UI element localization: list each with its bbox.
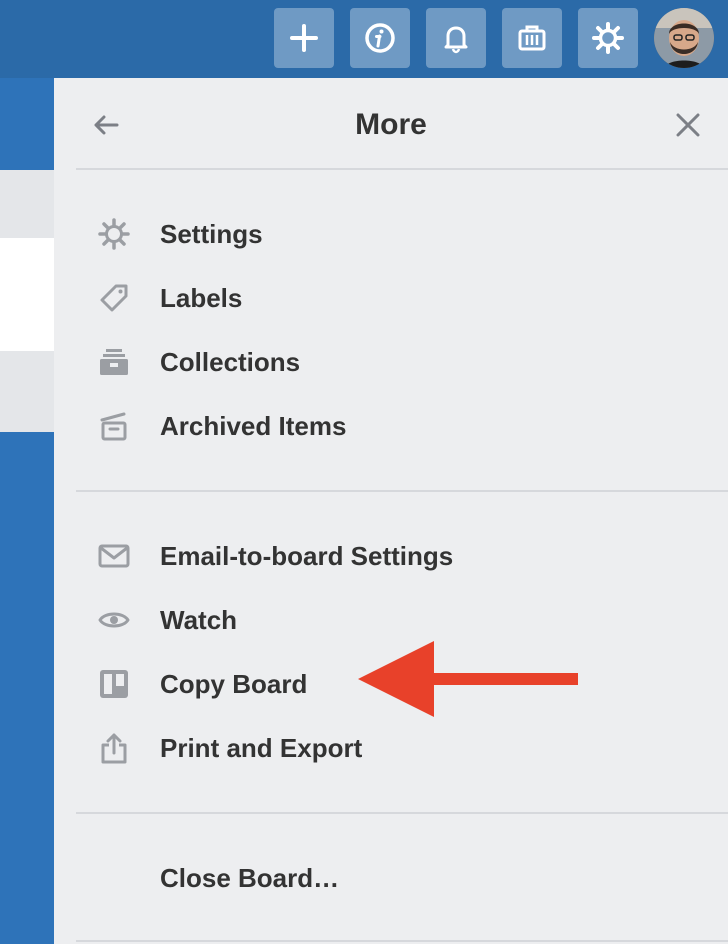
share-icon — [94, 728, 134, 768]
notifications-button[interactable] — [426, 8, 486, 68]
menu-item-label: Collections — [160, 346, 301, 377]
gear-icon — [592, 22, 624, 54]
menu-item-label: Copy Board — [160, 668, 308, 699]
menu-item-label: Watch — [160, 604, 238, 635]
menu-item-close-board[interactable]: Close Board… — [76, 850, 696, 906]
annotation-arrow — [358, 641, 578, 717]
divider — [76, 490, 728, 492]
panel-header: More — [54, 78, 728, 170]
divider — [76, 168, 728, 170]
avatar-photo — [654, 8, 714, 68]
panel-title: More — [355, 108, 427, 141]
bell-icon — [444, 26, 468, 54]
divider — [76, 812, 728, 814]
menu-item-settings[interactable]: Settings — [76, 206, 696, 262]
menu-item-email-to-board-settings[interactable]: Email-to-board Settings — [76, 528, 696, 584]
gear-icon — [94, 214, 134, 254]
board-list-edge — [0, 170, 54, 238]
archive-icon — [94, 406, 134, 446]
board-icon — [94, 664, 134, 704]
tag-icon — [94, 278, 134, 318]
menu-item-label: Print and Export — [160, 732, 363, 763]
collections-icon — [94, 342, 134, 382]
envelope-icon — [94, 536, 134, 576]
boards-button[interactable] — [502, 8, 562, 68]
menu-item-collections[interactable]: Collections — [76, 334, 696, 390]
briefcase-icon — [518, 25, 546, 51]
info-icon — [365, 23, 395, 53]
add-button[interactable] — [274, 8, 334, 68]
menu-item-labels[interactable]: Labels — [76, 270, 696, 326]
close-button[interactable] — [670, 108, 706, 142]
plus-icon — [290, 24, 318, 52]
eye-icon — [94, 600, 134, 640]
menu-item-label: Close Board… — [160, 862, 340, 893]
menu-item-label: Settings — [160, 218, 263, 249]
menu-item-archived-items[interactable]: Archived Items — [76, 398, 696, 454]
board-card-edge — [0, 238, 54, 351]
settings-button[interactable] — [578, 8, 638, 68]
close-icon — [676, 113, 700, 137]
menu-item-label: Archived Items — [160, 410, 347, 441]
menu-item-label: Labels — [160, 282, 243, 313]
menu-item-print-and-export[interactable]: Print and Export — [76, 720, 696, 776]
header-bar — [0, 0, 728, 78]
menu-item-watch[interactable]: Watch — [76, 592, 696, 648]
board-list-edge — [0, 351, 54, 432]
divider — [76, 940, 728, 942]
info-button[interactable] — [350, 8, 410, 68]
menu-item-label: Email-to-board Settings — [160, 540, 454, 571]
avatar[interactable] — [654, 8, 714, 68]
more-menu-panel: More Settings Labels Collections Archive… — [54, 78, 728, 944]
